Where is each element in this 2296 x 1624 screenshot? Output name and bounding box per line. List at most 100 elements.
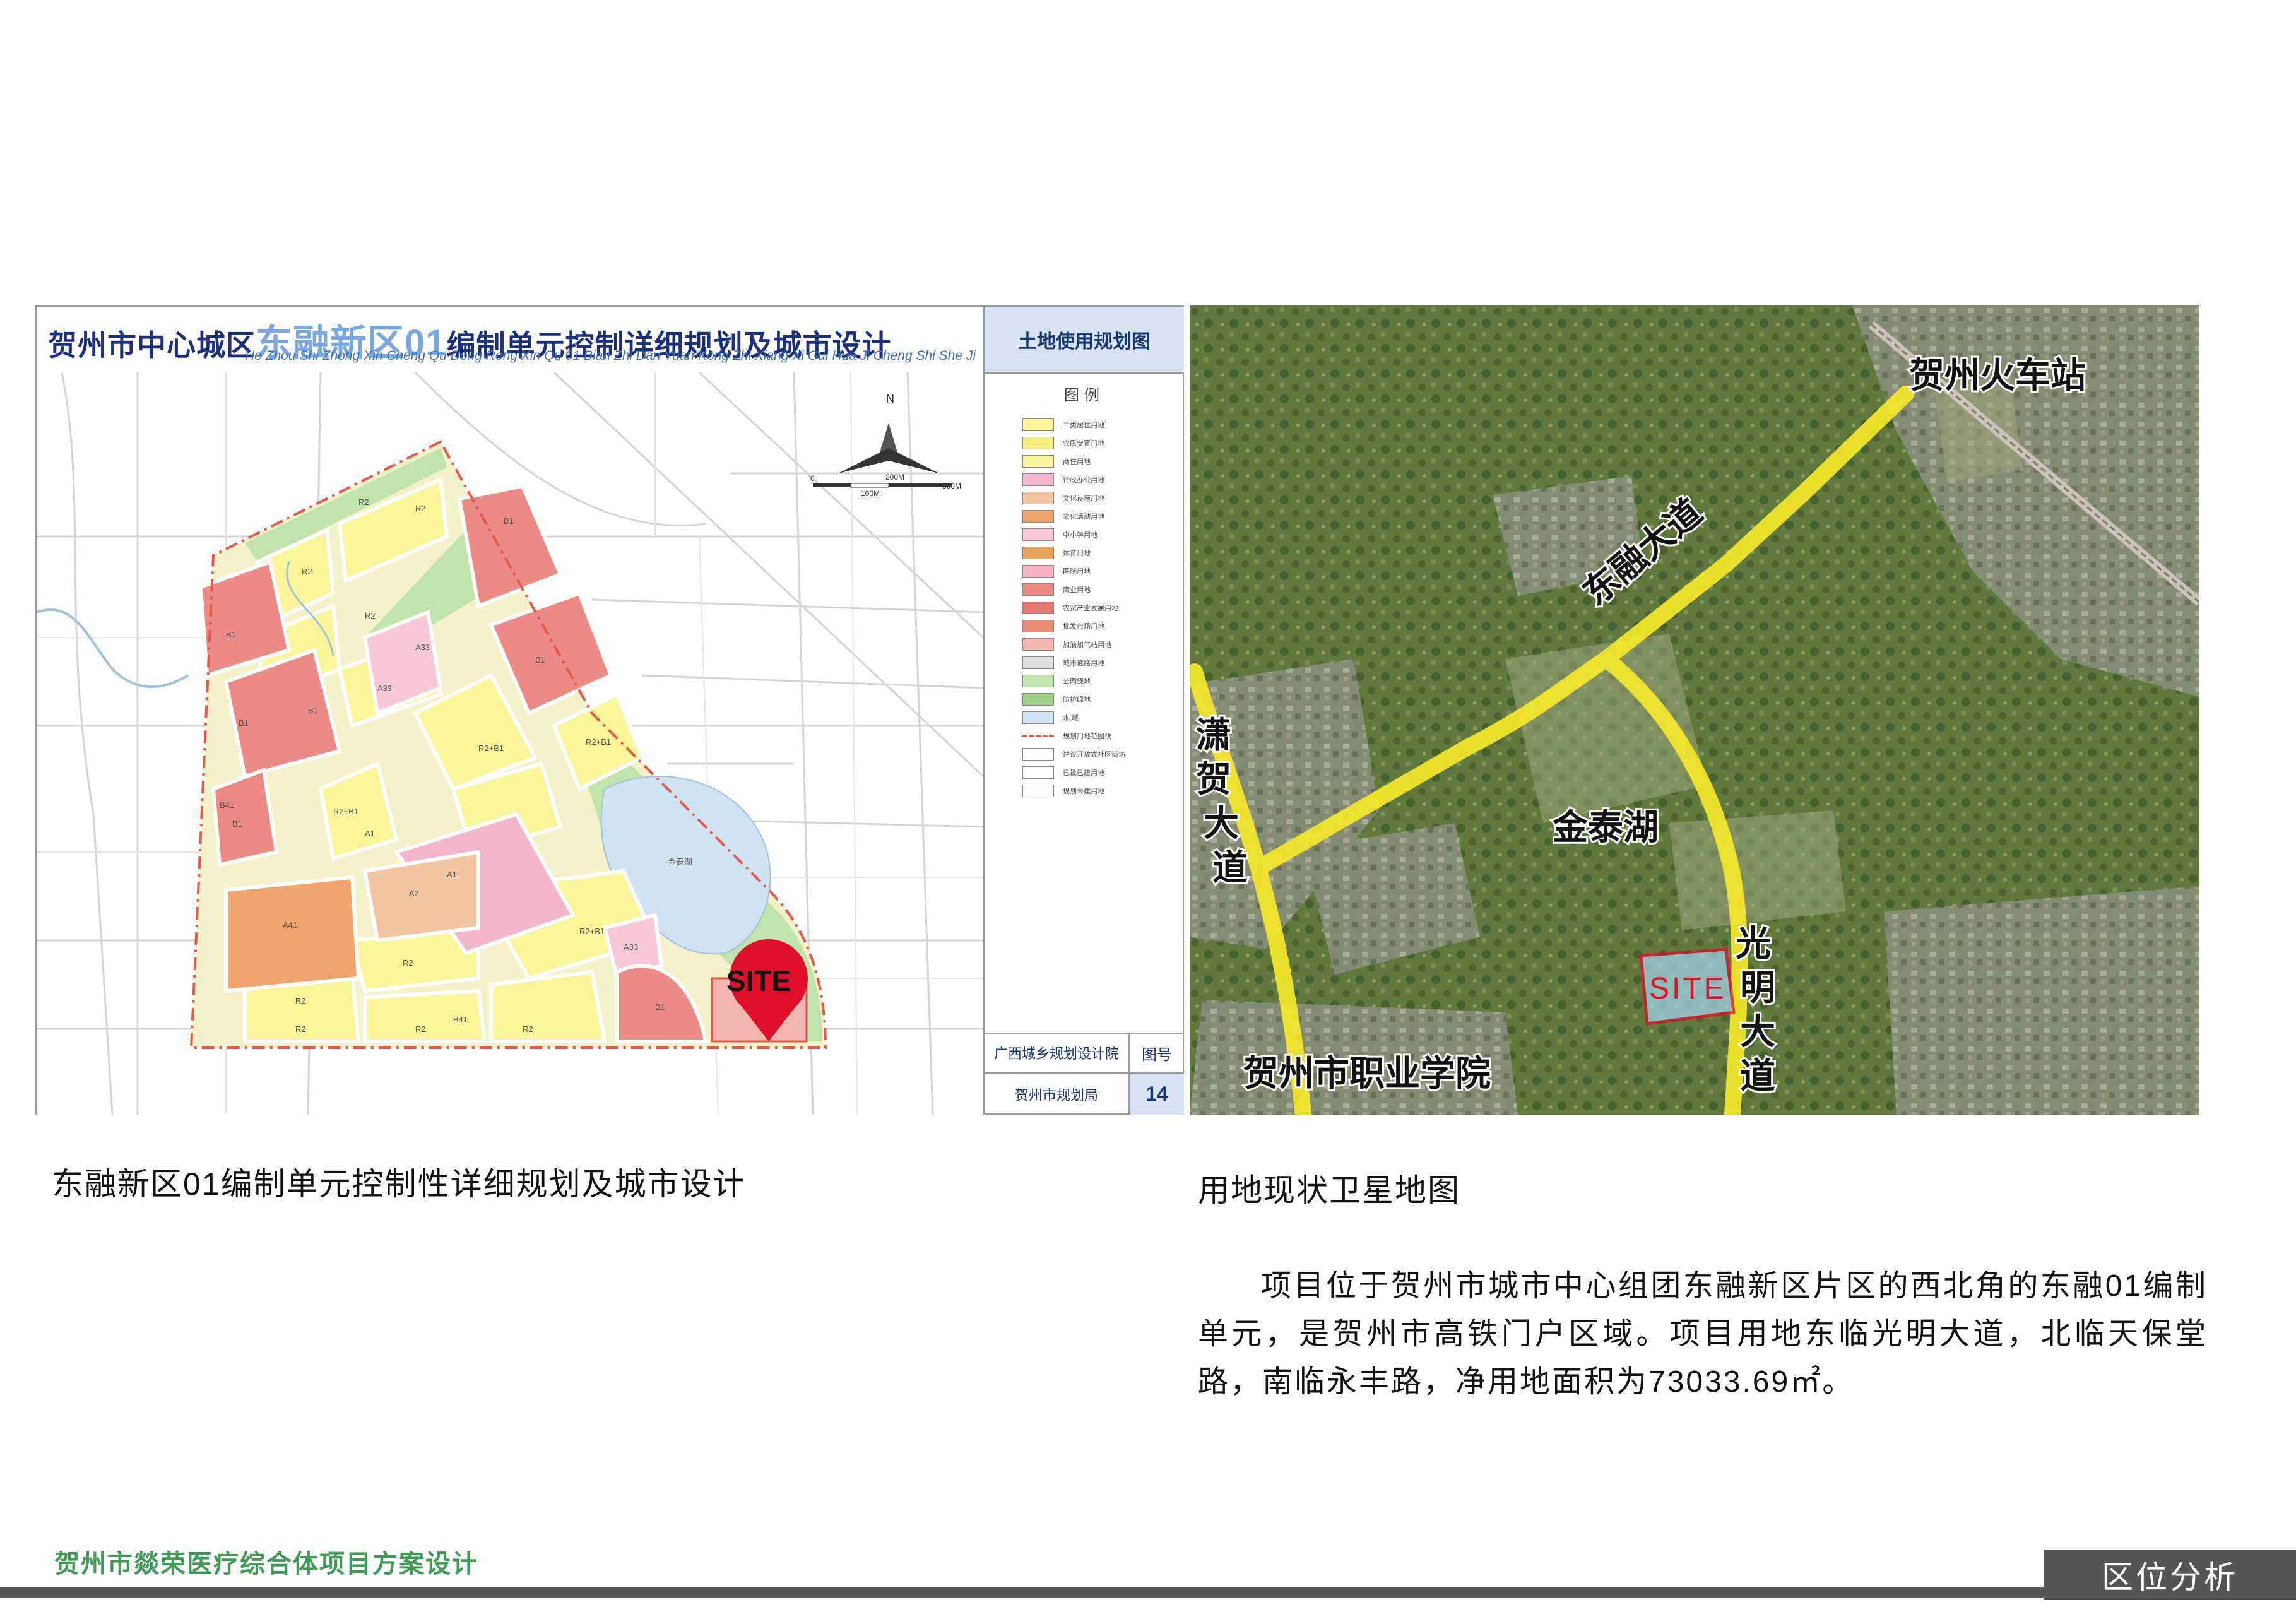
legend-item: 已批已建用地 [1022, 766, 1104, 779]
parcel-label: B1 [226, 630, 236, 639]
college-label: 贺州市职业学院 [1243, 1053, 1491, 1093]
section-tab: 区位分析 [2044, 1550, 2296, 1600]
parcel-label: R2+B1 [333, 807, 358, 816]
legend-item: 水 域 [1022, 711, 1079, 725]
parcel-label: A33 [415, 643, 430, 652]
legend-item: 规划用地范围线 [1022, 729, 1111, 743]
legend-label: 行政办公用地 [1063, 477, 1104, 484]
legend-item: 公园绿地 [1022, 674, 1091, 688]
plan-footer: 广西城乡规划设计院 图号 贺州市规划局 14 [985, 1033, 1184, 1115]
description-text: 项目位于贺州市城市中心组团东融新区片区的西北角的东融01编制单元，是贺州市高铁门… [1198, 1269, 2208, 1399]
legend: 图例 二类居住用地 农民安置用地 商住用地 行政办公用地 文化设施用地 文化活动用地 中小学… [985, 374, 1184, 1034]
scale-100-label: 100M [861, 489, 880, 498]
legend-swatch [1022, 748, 1054, 761]
legend-label: 加油加气站用地 [1063, 641, 1111, 649]
legend-item: 农贸产业发展用地 [1022, 601, 1118, 615]
project-title: 贺州市燚荣医疗综合体项目方案设计 [54, 1550, 478, 1578]
parcel-label: R2 [302, 567, 312, 576]
parcel-label: B41 [453, 1015, 468, 1024]
plan-sidebar-title: 土地使用规划图 [985, 307, 1184, 374]
parcel-label: B1 [239, 718, 249, 728]
parcel-label: B1 [504, 516, 514, 526]
parcel-label: B41 [220, 800, 234, 810]
legend-swatch [1022, 620, 1054, 632]
legend-swatch [1022, 656, 1054, 669]
parcel-label: B1 [232, 819, 242, 829]
land-use-plan-panel: 贺州市中心城区东融新区01编制单元控制详细规划及城市设计 He Zhou Shi… [35, 305, 1184, 1115]
legend-item: 文化活动用地 [1022, 509, 1104, 523]
legend-label: 体育用地 [1063, 550, 1091, 557]
legend-swatch [1022, 455, 1054, 468]
legend-label: 文化设施用地 [1063, 495, 1104, 502]
right-caption: 用地现状卫星地图 [1198, 1173, 1460, 1208]
parcel-label: A33 [377, 684, 392, 693]
parcel-label: B1 [655, 1002, 665, 1012]
plan-map-svg: N 0 200M 300M 100M R2 R2 R2 R2 B1 B1 B1 … [37, 372, 983, 1115]
legend-label: 农民安置用地 [1063, 440, 1104, 447]
legend-item: 批发市场用地 [1022, 619, 1104, 633]
legend-label: 已批已建用地 [1063, 769, 1104, 777]
plan-header: 贺州市中心城区东融新区01编制单元控制详细规划及城市设计 He Zhou Shi… [37, 307, 983, 374]
parcel-label: R2 [295, 1024, 306, 1034]
parcel-label: R2 [365, 611, 376, 620]
legend-swatch [1022, 528, 1054, 541]
legend-label: 规划用地范围线 [1063, 733, 1111, 740]
legend-swatch [1022, 711, 1054, 724]
legend-label: 医院用地 [1063, 568, 1091, 576]
legend-label: 批发市场用地 [1063, 623, 1104, 631]
legend-item: 行政办公用地 [1022, 473, 1104, 487]
plan-pinyin-subtitle: He Zhou Shi Zhong Xin Cheng Qu Dong Rong… [245, 348, 976, 363]
bureau-name: 贺州市规划局 [985, 1074, 1130, 1115]
satellite-site-label: SITE [1649, 972, 1727, 1005]
legend-swatch [1022, 785, 1054, 797]
legend-item: 农民安置用地 [1022, 436, 1104, 450]
legend-swatch [1022, 473, 1054, 486]
legend-swatch [1022, 766, 1054, 779]
legend-item: 规划未建用地 [1022, 784, 1104, 798]
xiaohe-road-label-4: 道 [1212, 848, 1248, 887]
legend-label: 商住用地 [1063, 458, 1091, 466]
legend-label: 城市道路用地 [1063, 660, 1104, 667]
parcel-label: R2 [523, 1024, 533, 1034]
legend-item: 加油加气站用地 [1022, 637, 1111, 651]
plan-sidebar: 土地使用规划图 图例 二类居住用地 农民安置用地 商住用地行政办公用地 文化设施用地文… [983, 307, 1184, 1115]
parcel-label: A2 [409, 889, 419, 898]
plan-map-drawing: N 0 200M 300M 100M R2 R2 R2 R2 B1 B1 B1 … [37, 372, 983, 1115]
legend-label: 建议开放式社区街坊 [1063, 751, 1125, 759]
legend-swatch [1022, 583, 1054, 596]
legend-label: 规划未建用地 [1063, 788, 1104, 795]
legend-item: 文化设施用地 [1022, 491, 1104, 505]
legend-label: 商业用地 [1063, 586, 1091, 594]
xiaohe-road-label-3: 大 [1204, 803, 1239, 843]
project-description: 项目位于贺州市城市中心组团东融新区片区的西北角的东融01编制单元，是贺州市高铁门… [1198, 1262, 2208, 1406]
legend-label: 二类居住用地 [1063, 422, 1104, 429]
footer-bar [0, 1587, 2296, 1598]
figure-number: 14 [1130, 1074, 1184, 1115]
legend-swatch [1022, 565, 1054, 578]
legend-item: 医院用地 [1022, 564, 1091, 578]
legend-swatch [1022, 735, 1054, 737]
parcel-label: B1 [308, 706, 318, 715]
legend-item: 商住用地 [1022, 454, 1091, 468]
left-caption: 东融新区01编制单元控制性详细规划及城市设计 [52, 1166, 746, 1202]
lake-label: 金泰湖 [668, 857, 692, 867]
guangming-road-label-1: 光 [1736, 923, 1771, 963]
legend-swatch [1022, 437, 1054, 449]
legend-swatch [1022, 638, 1054, 651]
site-label: SITE [726, 964, 791, 997]
legend-label: 水 域 [1063, 714, 1079, 722]
parcel-label: R2 [415, 1024, 426, 1034]
legend-label: 公园绿地 [1063, 678, 1091, 685]
legend-swatch [1022, 602, 1054, 614]
scale-0-label: 0 [810, 474, 815, 483]
legend-title: 图例 [1064, 387, 1104, 404]
legend-label: 农贸产业发展用地 [1063, 605, 1118, 612]
figure-number-label: 图号 [1130, 1033, 1184, 1074]
parcel-label: R2 [295, 996, 306, 1005]
parcel-label: R2 [403, 958, 413, 968]
parcel-label: R2 [415, 504, 426, 513]
legend-swatch [1022, 547, 1054, 559]
lake-label-satellite: 金泰湖 [1552, 807, 1659, 847]
train-station-label: 贺州火车站 [1909, 355, 2086, 395]
parcel-label: R2+B1 [586, 737, 611, 747]
